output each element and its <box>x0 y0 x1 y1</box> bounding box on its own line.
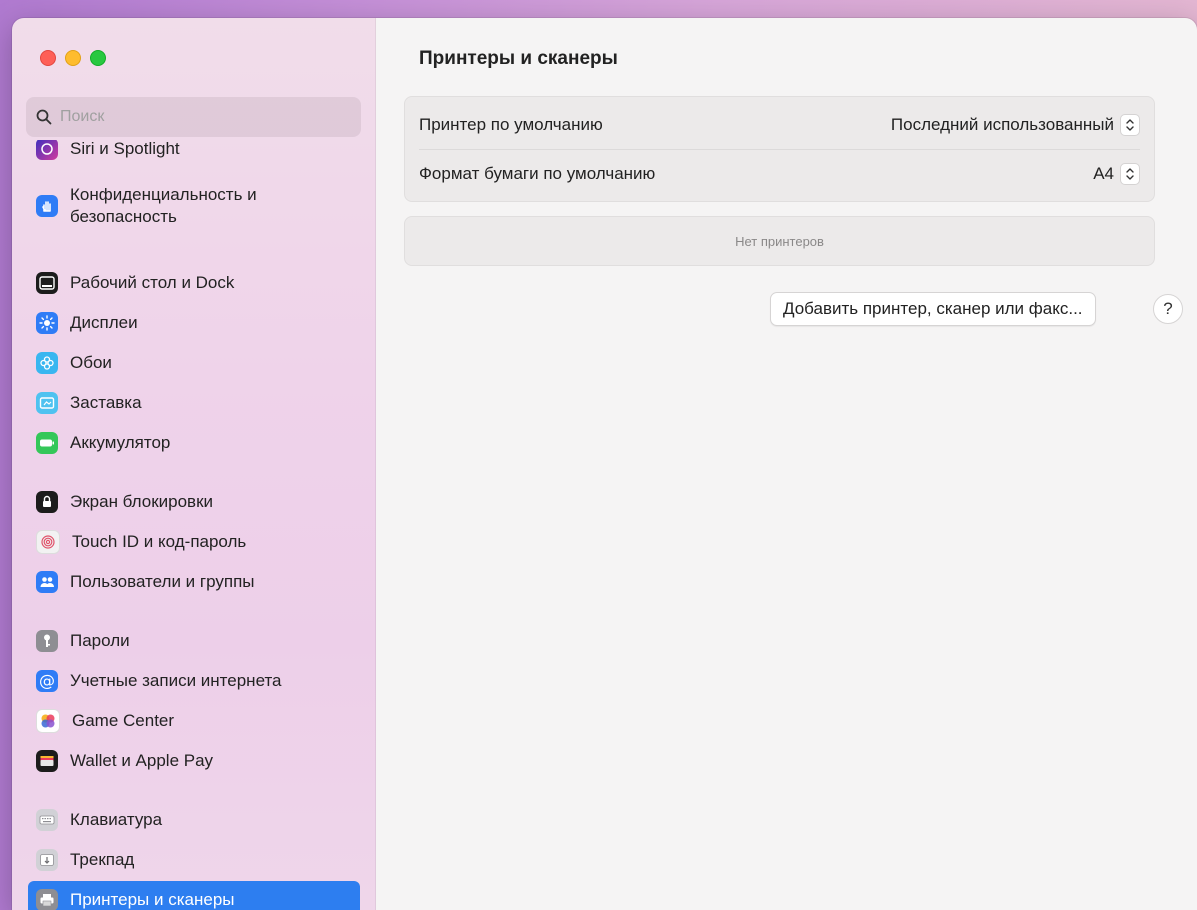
screensaver-icon <box>36 392 58 414</box>
sidebar-item-touch-id[interactable]: Touch ID и код-пароль <box>28 523 360 561</box>
default-printer-row: Принтер по умолчанию Последний использов… <box>419 101 1140 149</box>
main-pane: Принтеры и сканеры Принтер по умолчанию … <box>376 18 1197 910</box>
sidebar-item-label: Экран блокировки <box>70 492 214 511</box>
keyboard-icon <box>36 809 58 831</box>
battery-icon <box>36 432 58 454</box>
sun-icon <box>36 312 58 334</box>
defaults-group: Принтер по умолчанию Последний использов… <box>404 96 1155 202</box>
sidebar-item-wallpaper[interactable]: Обои <box>28 344 360 382</box>
lock-icon <box>36 491 58 513</box>
sidebar-item-label: Дисплеи <box>70 313 138 332</box>
sidebar-item-internet-accounts[interactable]: @ Учетные записи интернета <box>28 662 360 700</box>
printer-icon <box>36 889 58 910</box>
add-printer-button[interactable]: Добавить принтер, сканер или факс... <box>770 292 1096 326</box>
default-paper-label: Формат бумаги по умолчанию <box>419 164 656 183</box>
sidebar-item-label: Заставка <box>70 393 142 412</box>
wallet-icon <box>36 750 58 772</box>
sidebar-item-label: Конфиденциальность и безопасность <box>70 185 257 226</box>
search-icon <box>36 109 52 125</box>
zoom-button[interactable] <box>90 50 106 66</box>
minimize-button[interactable] <box>65 50 81 66</box>
help-button[interactable]: ? <box>1153 294 1183 324</box>
sidebar-item-screensaver[interactable]: Заставка <box>28 384 360 422</box>
sidebar-item-label: Принтеры и сканеры <box>70 890 235 909</box>
fingerprint-icon <box>36 530 60 554</box>
dock-icon <box>36 272 58 294</box>
sidebar-item-label: Wallet и Apple Pay <box>70 751 214 770</box>
chevron-up-down-icon <box>1120 163 1140 185</box>
siri-icon <box>36 140 58 160</box>
settings-window: Siri и Spotlight Конфиденциальность и бе… <box>12 18 1197 910</box>
printers-list: Нет принтеров <box>404 216 1155 266</box>
sidebar-item-privacy[interactable]: Конфиденциальность и безопасность <box>28 177 360 235</box>
sidebar-item-siri[interactable]: Siri и Spotlight <box>28 140 360 168</box>
game-center-icon <box>36 709 60 733</box>
default-printer-popup[interactable]: Последний использованный <box>891 114 1140 136</box>
default-paper-value: A4 <box>1093 164 1114 183</box>
default-paper-row: Формат бумаги по умолчанию A4 <box>419 149 1140 198</box>
sidebar-item-label: Siri и Spotlight <box>70 140 180 158</box>
sidebar-item-trackpad[interactable]: Трекпад <box>28 841 360 879</box>
sidebar-item-label: Пароли <box>70 631 130 650</box>
sidebar-item-battery[interactable]: Аккумулятор <box>28 424 360 462</box>
sidebar-item-passwords[interactable]: Пароли <box>28 622 360 660</box>
sidebar-item-desktop-dock[interactable]: Рабочий стол и Dock <box>28 264 360 302</box>
sidebar-item-displays[interactable]: Дисплеи <box>28 304 360 342</box>
sidebar-item-label: Game Center <box>72 711 175 730</box>
sidebar-item-label: Touch ID и код-пароль <box>72 532 247 551</box>
sidebar-item-wallet[interactable]: Wallet и Apple Pay <box>28 742 360 780</box>
chevron-up-down-icon <box>1120 114 1140 136</box>
users-icon <box>36 571 58 593</box>
search-field[interactable] <box>26 97 361 137</box>
page-title: Принтеры и сканеры <box>419 48 618 69</box>
sidebar-item-label: Трекпад <box>70 850 135 869</box>
key-icon <box>36 630 58 652</box>
sidebar-item-keyboard[interactable]: Клавиатура <box>28 801 360 839</box>
sidebar-item-label: Обои <box>70 353 112 372</box>
search-input[interactable] <box>58 107 342 127</box>
sidebar-item-label: Аккумулятор <box>70 433 171 452</box>
sidebar-item-label: Пользователи и группы <box>70 572 255 591</box>
default-printer-label: Принтер по умолчанию <box>419 115 603 134</box>
window-controls <box>40 50 106 66</box>
sidebar: Siri и Spotlight Конфиденциальность и бе… <box>12 18 376 910</box>
sidebar-list: Siri и Spotlight Конфиденциальность и бе… <box>12 140 375 910</box>
trackpad-icon <box>36 849 58 871</box>
sidebar-item-label: Рабочий стол и Dock <box>70 273 235 292</box>
default-paper-popup[interactable]: A4 <box>1093 163 1140 185</box>
sidebar-item-lock-screen[interactable]: Экран блокировки <box>28 483 360 521</box>
sidebar-item-users[interactable]: Пользователи и группы <box>28 563 360 601</box>
close-button[interactable] <box>40 50 56 66</box>
no-printers-text: Нет принтеров <box>735 233 824 249</box>
flower-icon <box>36 352 58 374</box>
sidebar-item-label: Учетные записи интернета <box>70 671 282 690</box>
default-printer-value: Последний использованный <box>890 115 1114 134</box>
sidebar-item-printers-scanners[interactable]: Принтеры и сканеры <box>28 881 360 910</box>
sidebar-item-game-center[interactable]: Game Center <box>28 702 360 740</box>
at-icon: @ <box>36 670 58 692</box>
hand-icon <box>36 195 58 217</box>
sidebar-item-label: Клавиатура <box>70 810 163 829</box>
